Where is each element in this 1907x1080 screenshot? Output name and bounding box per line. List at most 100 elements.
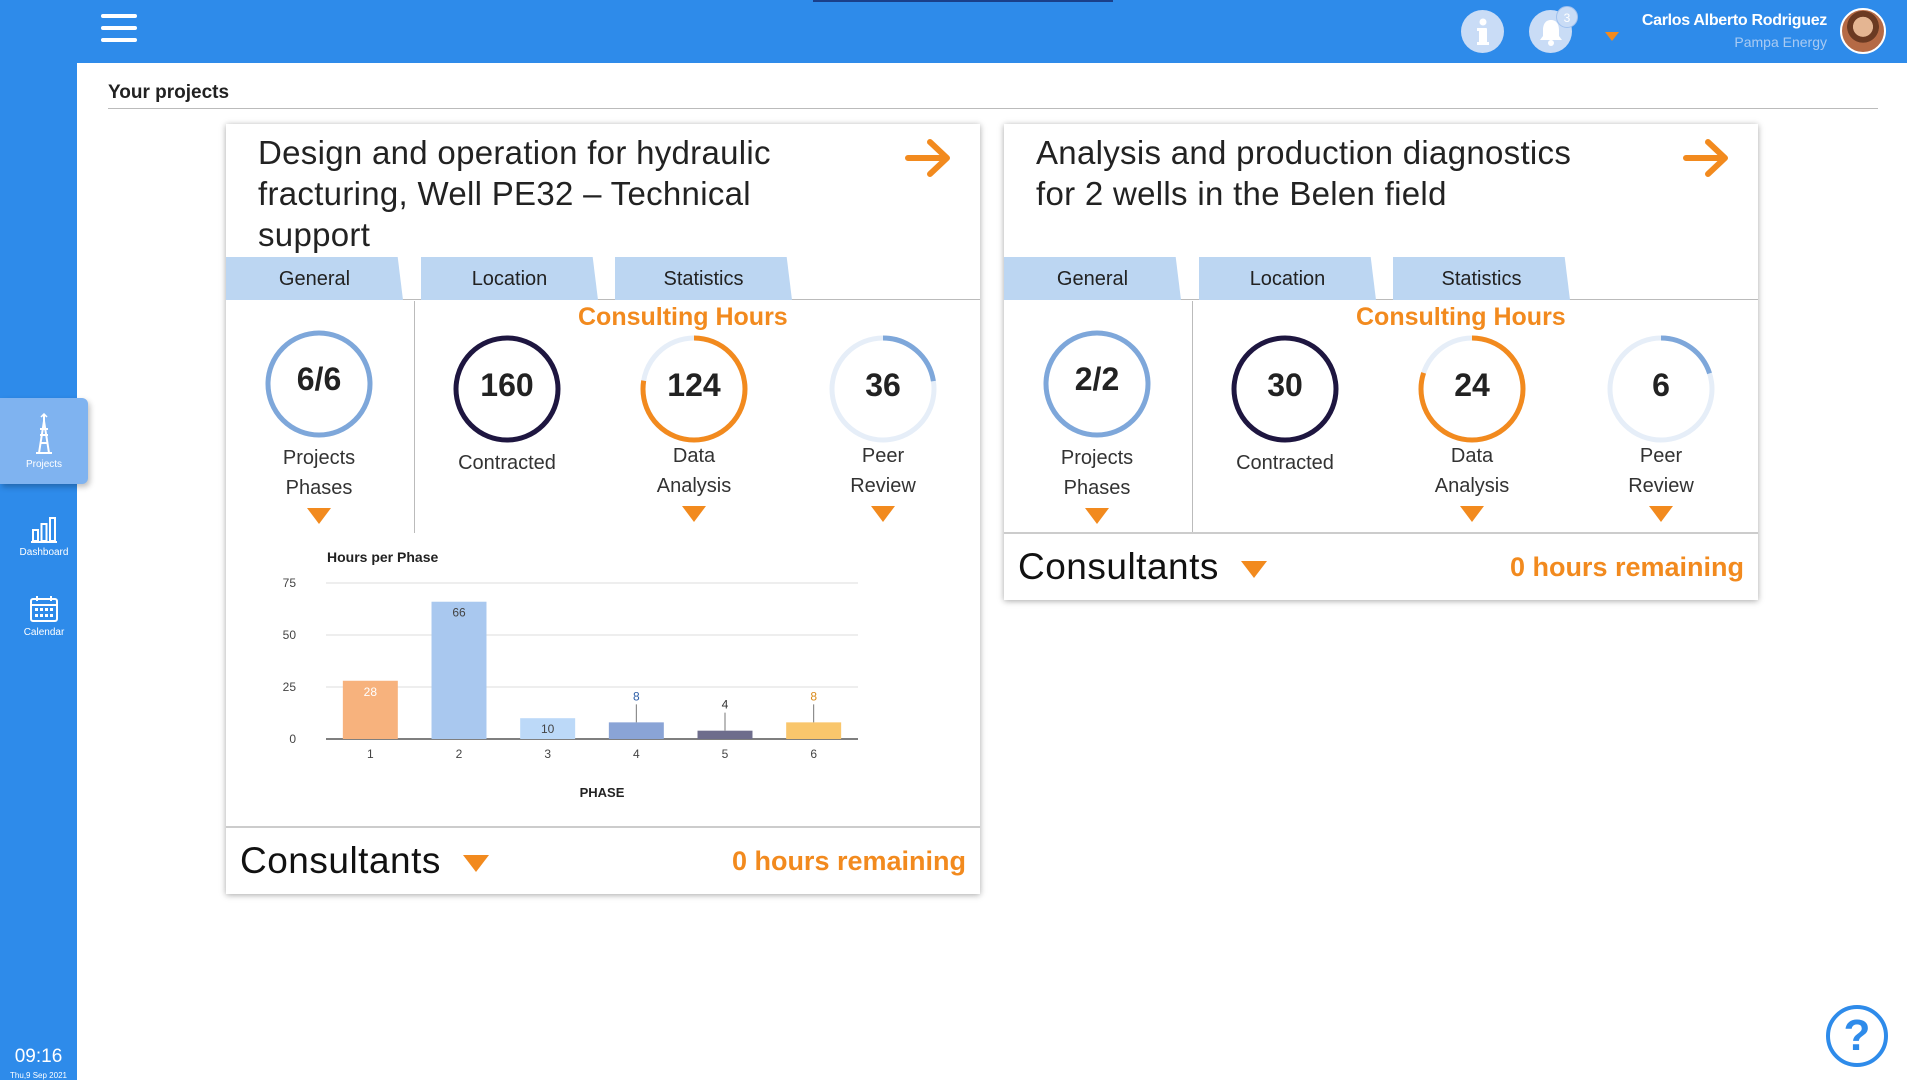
tab-statistics[interactable]: Statistics: [615, 257, 792, 300]
x-tick-label: 3: [544, 747, 551, 761]
peer-review-label: Peer Review: [850, 445, 916, 497]
project-title[interactable]: Design and operation for hydraulic fract…: [258, 132, 828, 255]
x-tick-label: 5: [722, 747, 729, 761]
project-card: Analysis and production diagnostics for …: [1004, 124, 1758, 600]
consulting-hours-title: Consulting Hours: [1356, 303, 1566, 331]
phases-label: Projects Phases: [282, 447, 356, 499]
tab-general[interactable]: General: [226, 257, 403, 300]
page-title: Your projects: [108, 82, 230, 103]
user-name[interactable]: Carlos Alberto Rodriguez: [1642, 12, 1827, 30]
contracted-value: 160: [480, 367, 534, 403]
consultants-label[interactable]: Consultants: [1018, 546, 1219, 588]
info-icon[interactable]: [1461, 10, 1504, 53]
clock-date: Thu,9 Sep 2021: [10, 1071, 67, 1080]
divider: [414, 301, 415, 533]
y-tick-label: 75: [283, 576, 297, 590]
x-tick-label: 6: [810, 747, 817, 761]
project-title[interactable]: Analysis and production diagnostics for …: [1036, 132, 1606, 214]
user-company: Pampa Energy: [1734, 34, 1827, 50]
clock-time: 09:16: [14, 1046, 63, 1067]
data-analysis-expand-toggle[interactable]: [682, 506, 706, 522]
peer-review-expand-toggle[interactable]: [871, 506, 895, 522]
tab-location[interactable]: Location: [1199, 257, 1376, 300]
contracted-label: Contracted: [1236, 452, 1334, 474]
data-label: 8: [810, 689, 817, 703]
chart-title: Hours per Phase: [327, 549, 439, 565]
sidebar-item-label: Calendar: [23, 626, 65, 638]
hours-per-phase-chart: Hours per Phase 0 25 50 75 1 28 2 66 3 10 4 8 5 4 6 8 P…: [226, 539, 866, 829]
menu-icon[interactable]: [101, 14, 137, 46]
avatar[interactable]: [1840, 8, 1886, 54]
tab-location[interactable]: Location: [421, 257, 598, 300]
consultants-bar: Consultants 0 hours remaining: [226, 826, 980, 894]
top-bar: 3 Carlos Alberto Rodriguez Pampa Energy: [0, 0, 1907, 63]
chart-bar: [608, 722, 664, 739]
y-tick-label: 0: [289, 732, 296, 746]
consultants-bar: Consultants 0 hours remaining: [1004, 532, 1758, 600]
help-button[interactable]: ?: [1826, 1005, 1888, 1067]
top-accent-line: [813, 0, 1113, 2]
open-project-button[interactable]: [1638, 124, 1758, 196]
data-label: 66: [452, 606, 466, 620]
arrow-right-icon: [905, 139, 950, 177]
sidebar-item-dashboard[interactable]: Dashboard: [0, 493, 88, 579]
oil-rig-icon: [36, 412, 52, 454]
chart-bar: [786, 722, 842, 739]
stats-area: Consulting Hours 2/2 Projects Phases 30 C…: [1004, 301, 1758, 533]
chart-bar: [431, 601, 487, 739]
calendar-icon: [30, 595, 58, 622]
chart-x-axis-label: PHASE: [579, 785, 625, 800]
consultants-label[interactable]: Consultants: [240, 840, 441, 882]
consultants-expand-toggle[interactable]: [1241, 561, 1267, 578]
notification-count-badge: 3: [1556, 6, 1578, 28]
project-card: Design and operation for hydraulic fract…: [226, 124, 980, 894]
x-tick-label: 2: [456, 747, 463, 761]
data-analysis-label: Data Analysis: [656, 445, 732, 497]
tab-statistics[interactable]: Statistics: [1393, 257, 1570, 300]
chart-bar: [697, 730, 753, 739]
arrow-right-icon: [1683, 139, 1728, 177]
caret-down-icon[interactable]: [1605, 32, 1619, 41]
consulting-hours-title: Consulting Hours: [578, 303, 788, 331]
data-analysis-value: 124: [667, 367, 721, 403]
sidebar-item-label: Projects: [25, 458, 63, 470]
data-label: 8: [633, 689, 640, 703]
peer-review-expand-toggle[interactable]: [1649, 506, 1673, 522]
peer-review-value: 36: [865, 367, 901, 403]
sidebar-item-projects[interactable]: Projects: [0, 398, 88, 484]
phases-value: 2/2: [1074, 361, 1120, 397]
open-project-button[interactable]: [860, 124, 980, 196]
tab-general[interactable]: General: [1004, 257, 1181, 300]
hours-remaining: 0 hours remaining: [731, 846, 966, 876]
y-tick-label: 25: [283, 680, 297, 694]
x-tick-label: 1: [367, 747, 374, 761]
data-analysis-label: Data Analysis: [1434, 445, 1510, 497]
contracted-value: 30: [1267, 367, 1303, 403]
hours-remaining: 0 hours remaining: [1509, 552, 1744, 582]
consultants-expand-toggle[interactable]: [463, 855, 489, 872]
phases-expand-toggle[interactable]: [1085, 508, 1109, 524]
data-analysis-expand-toggle[interactable]: [1460, 506, 1484, 522]
phases-expand-toggle[interactable]: [307, 508, 331, 524]
sidebar-item-calendar[interactable]: Calendar: [0, 573, 88, 659]
sidebar: Projects Dashboard Calendar 09:16 Thu,9 …: [0, 63, 88, 1080]
contracted-label: Contracted: [458, 452, 556, 474]
phases-value: 6/6: [296, 361, 342, 397]
data-label: 28: [364, 685, 378, 699]
chart-plot: 0 25 50 75 1 28 2 66 3 10 4 8 5 4 6 8: [283, 576, 858, 761]
peer-review-label: Peer Review: [1628, 445, 1694, 497]
bar-chart-icon: [31, 516, 57, 543]
sidebar-item-label: Dashboard: [19, 546, 69, 558]
phases-label: Projects Phases: [1060, 447, 1134, 499]
y-tick-label: 50: [283, 628, 297, 642]
data-analysis-value: 24: [1454, 367, 1490, 403]
page-divider: [108, 108, 1878, 109]
divider: [1192, 301, 1193, 533]
x-tick-label: 4: [633, 747, 640, 761]
data-label: 10: [541, 722, 555, 736]
project-tabs: General Location Statistics: [1004, 257, 1758, 300]
stats-area: Consulting Hours 6/6 Projects Phases 160 …: [226, 301, 980, 533]
project-tabs: General Location Statistics: [226, 257, 980, 300]
data-label: 4: [722, 698, 729, 712]
peer-review-value: 6: [1652, 367, 1670, 403]
